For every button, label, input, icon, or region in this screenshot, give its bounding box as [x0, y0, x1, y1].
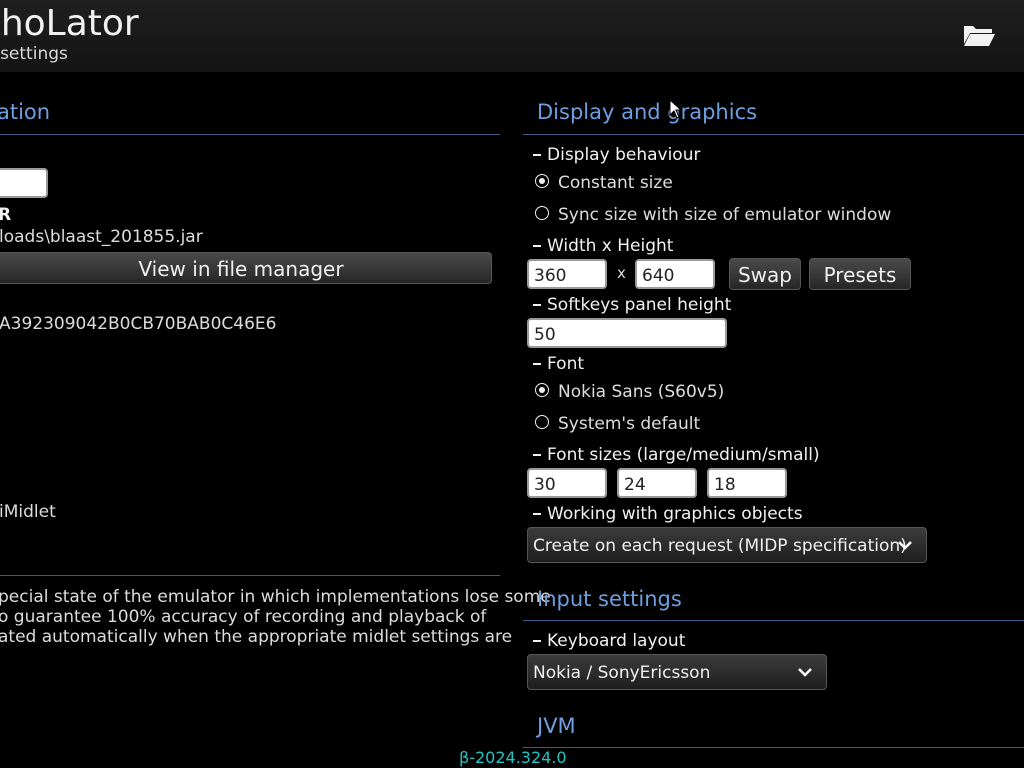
app-title: nhoLator [0, 3, 139, 44]
swap-button[interactable]: Swap [729, 258, 801, 290]
display-section-title: Display and graphics [537, 100, 758, 124]
width-height-label: Width x Height [533, 236, 673, 256]
left-section-divider [0, 134, 500, 135]
left-section-title: ation [0, 100, 51, 124]
presets-button[interactable]: Presets [809, 258, 911, 290]
graphics-objects-label: Working with graphics objects [533, 504, 803, 524]
open-folder-icon[interactable] [962, 22, 996, 48]
keyboard-layout-label: Keyboard layout [533, 631, 685, 651]
radio-selected-icon [535, 174, 549, 188]
height-input[interactable]: 640 [635, 259, 715, 289]
display-section-divider [523, 134, 1024, 135]
jar-path: loads\blaast_201855.jar [0, 227, 203, 247]
width-input[interactable]: 360 [527, 259, 607, 289]
note-line-2: o guarantee 100% accuracy of recording a… [0, 607, 487, 627]
input-section-divider [523, 620, 1024, 621]
system-default-label: System's default [558, 414, 701, 434]
constant-size-radio[interactable]: Constant size [535, 173, 673, 193]
nokia-sans-radio[interactable]: Nokia Sans (S60v5) [535, 382, 724, 402]
constant-size-label: Constant size [558, 173, 673, 193]
font-label: Font [533, 354, 584, 374]
keyboard-layout-select[interactable]: Nokia / SonyEricsson [527, 654, 827, 690]
graphics-objects-select[interactable]: Create on each request (MIDP specificati… [527, 527, 927, 563]
midlet-class: iMidlet [0, 502, 56, 522]
app-subtitle: t settings [0, 44, 68, 64]
softkeys-height-input[interactable]: 50 [527, 318, 727, 348]
display-behaviour-label: Display behaviour [533, 145, 700, 165]
keyboard-layout-value: Nokia / SonyEricsson [533, 663, 711, 683]
graphics-objects-value: Create on each request (MIDP specificati… [533, 536, 907, 556]
version-label: β-2024.324.0 [459, 748, 567, 767]
view-in-file-manager-button[interactable]: View in file manager [0, 252, 492, 284]
size-separator: x [617, 264, 626, 282]
system-default-radio[interactable]: System's default [535, 414, 700, 434]
title-bar: nhoLator t settings [0, 0, 1024, 72]
input-section-title: Input settings [537, 587, 682, 611]
jvm-section-divider [523, 747, 1024, 748]
hash-value: A392309042B0CB70BAB0C46E6 [0, 314, 277, 334]
type-value: R [0, 205, 12, 225]
radio-selected-icon [535, 383, 549, 397]
left-note-divider [0, 575, 500, 576]
font-large-input[interactable]: 30 [527, 468, 607, 498]
left-text-field[interactable] [0, 168, 48, 198]
sync-size-radio[interactable]: Sync size with size of emulator window [535, 205, 891, 225]
softkeys-label: Softkeys panel height [533, 295, 731, 315]
mouse-cursor-icon [669, 99, 681, 119]
radio-unselected-icon [535, 415, 549, 429]
jvm-section-title: JVM [537, 714, 576, 738]
note-line-3: ated automatically when the appropriate … [0, 627, 513, 647]
chevron-down-icon [798, 668, 812, 677]
sync-size-label: Sync size with size of emulator window [558, 205, 892, 225]
radio-unselected-icon [535, 206, 549, 220]
font-sizes-label: Font sizes (large/medium/small) [533, 445, 820, 465]
chevron-down-icon [898, 541, 912, 550]
note-line-1: pecial state of the emulator in which im… [0, 587, 551, 607]
font-small-input[interactable]: 18 [707, 468, 787, 498]
nokia-sans-label: Nokia Sans (S60v5) [558, 382, 725, 402]
font-medium-input[interactable]: 24 [617, 468, 697, 498]
